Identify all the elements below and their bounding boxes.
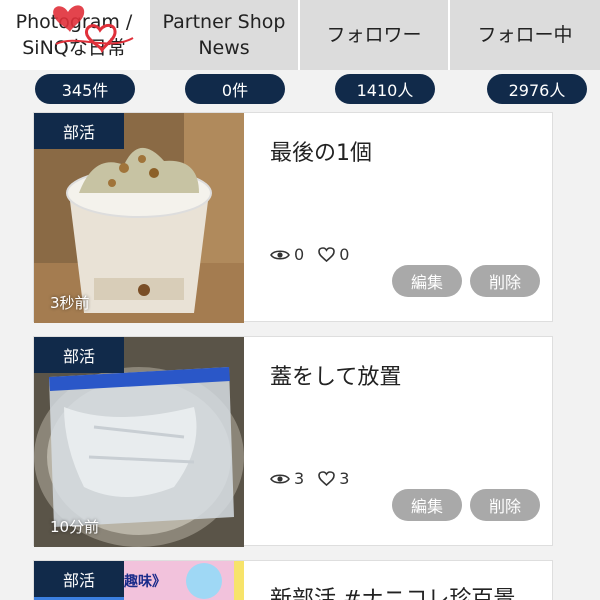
category-badge: 部活 xyxy=(34,113,124,149)
post-timestamp: 10分前 xyxy=(50,518,100,536)
post-title[interactable]: 最後の1個 xyxy=(270,135,372,167)
like-count: 3 xyxy=(339,469,350,488)
tab-partner-shop-label-line1: Partner Shop xyxy=(162,11,286,33)
post-thumbnail[interactable]: 部活 3秒前 xyxy=(34,113,244,323)
post-title[interactable]: 新部活 #ナニコレ珍百景 xyxy=(270,581,515,600)
heart-icon xyxy=(318,471,335,486)
view-count: 3 xyxy=(294,469,305,488)
delete-button[interactable]: 削除 xyxy=(470,265,540,297)
post-thumbnail[interactable]: 部活 趣味》 xyxy=(34,561,244,600)
category-badge: 部活 xyxy=(34,561,124,597)
delete-button[interactable]: 削除 xyxy=(470,489,540,521)
count-badge-following: 2976人 xyxy=(487,74,587,104)
count-badge-photogram: 345件 xyxy=(35,74,135,104)
top-tab-bar: Photogram / SiNQな日常 Partner Shop News フォ… xyxy=(0,0,600,70)
post-timestamp: 3秒前 xyxy=(50,294,90,312)
post-title[interactable]: 蓋をして放置 xyxy=(270,359,401,391)
post-card[interactable]: 部活 3秒前 最後の1個 0 0 編集 削除 xyxy=(33,112,553,323)
category-badge: 部活 xyxy=(34,337,124,373)
count-badge-followers: 1410人 xyxy=(335,74,435,104)
view-count: 0 xyxy=(294,245,305,264)
edit-button[interactable]: 編集 xyxy=(392,265,462,297)
tab-partner-shop-news[interactable]: Partner Shop News xyxy=(150,0,300,70)
edit-button[interactable]: 編集 xyxy=(392,489,462,521)
post-stats: 0 0 xyxy=(270,245,363,264)
tab-photogram-label-line1: Photogram / xyxy=(15,11,133,33)
count-row: 345件 0件 1410人 2976人 xyxy=(0,74,600,104)
tab-photogram[interactable]: Photogram / SiNQな日常 xyxy=(0,0,150,70)
thumbnail-caption: 趣味》 xyxy=(124,574,166,590)
eye-icon xyxy=(270,248,290,262)
tab-following[interactable]: フォロー中 xyxy=(450,0,600,70)
post-card[interactable]: 部活 10分前 蓋をして放置 3 3 編集 削除 xyxy=(33,336,553,547)
count-badge-partner-shop: 0件 xyxy=(185,74,285,104)
eye-icon xyxy=(270,472,290,486)
post-stats: 3 3 xyxy=(270,469,363,488)
post-thumbnail[interactable]: 部活 10分前 xyxy=(34,337,244,547)
like-count: 0 xyxy=(339,245,350,264)
heart-icon xyxy=(318,247,335,262)
tab-followers-label: フォロワー xyxy=(326,24,422,46)
tab-following-label: フォロー中 xyxy=(477,24,573,46)
post-card[interactable]: 部活 趣味》 新部活 #ナニコレ珍百景 xyxy=(33,560,553,600)
tab-photogram-label-line2: SiNQな日常 xyxy=(22,37,126,59)
tab-followers[interactable]: フォロワー xyxy=(300,0,450,70)
tab-partner-shop-label-line2: News xyxy=(198,37,250,59)
